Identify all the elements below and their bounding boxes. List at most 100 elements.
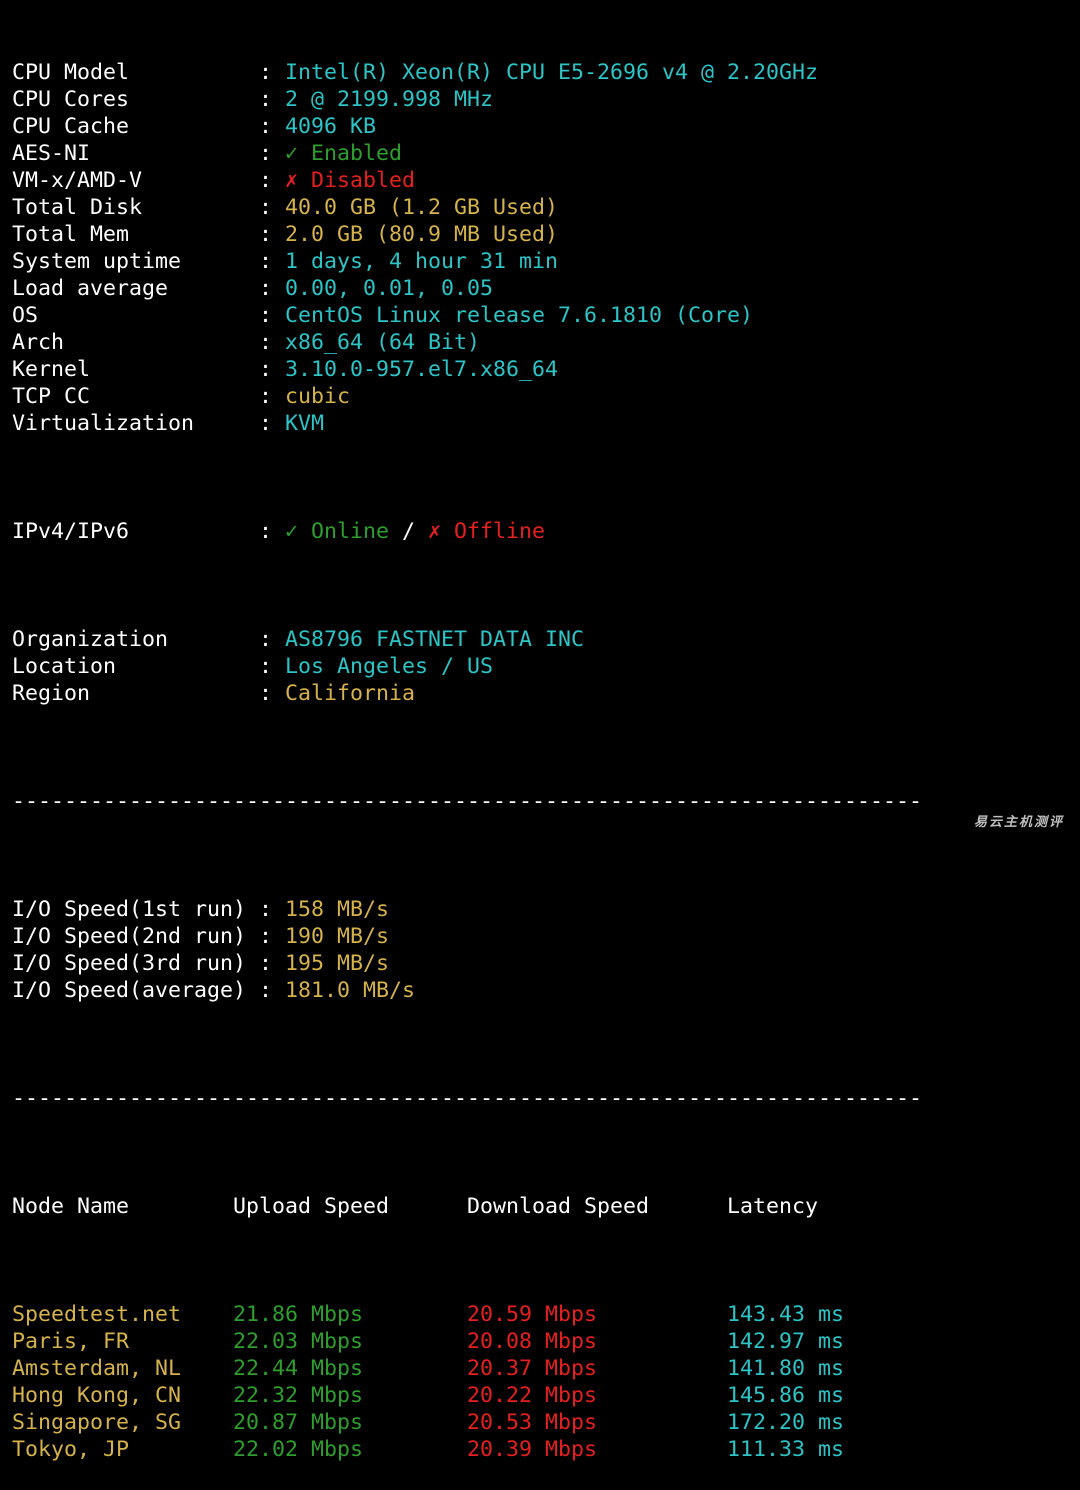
row-separator: : [259, 681, 273, 706]
row-label: I/O Speed(average) [12, 978, 247, 1003]
latency: 142.97 ms [727, 1329, 845, 1354]
node-name: Singapore, SG [12, 1410, 182, 1435]
row-label: CPU Cores [12, 87, 130, 112]
row-label: I/O Speed(2nd run) [12, 924, 247, 949]
row-label: Kernel [12, 357, 91, 382]
header-node-name: Node Name [12, 1194, 130, 1219]
io-speed-row: I/O Speed(2nd run): 190 MB/s [12, 923, 922, 950]
row-label: CPU Model [12, 60, 130, 85]
ipv4-status: ✓ Online [285, 519, 390, 544]
info-row: Total Disk: 40.0 GB (1.2 GB Used) [12, 194, 922, 221]
info-row: AES-NI: ✓ Enabled [12, 140, 922, 167]
latency: 141.80 ms [727, 1356, 845, 1381]
section-divider: ----------------------------------------… [12, 1086, 923, 1111]
io-speed-section: I/O Speed(1st run): 158 MB/s I/O Speed(2n… [12, 896, 922, 1004]
row-separator: : [259, 978, 273, 1003]
row-separator: : [259, 897, 273, 922]
latency: 143.43 ms [727, 1302, 845, 1327]
watermark-text: 易云主机测评 [973, 815, 1064, 830]
row-label: I/O Speed(1st run) [12, 897, 247, 922]
row-separator: : [259, 411, 273, 436]
node-name: Amsterdam, NL [12, 1356, 182, 1381]
row-separator: : [259, 87, 273, 112]
row-separator: : [259, 222, 273, 247]
speedtest-results: Speedtest.net 21.86 Mbps 20.59 Mbps 143.43 … [12, 1301, 922, 1463]
system-info-section: CPU Model: Intel(R) Xeon(R) CPU E5-2696 … [12, 59, 922, 437]
row-label: VM-x/AMD-V [12, 168, 143, 193]
info-row: Total Mem: 2.0 GB (80.9 MB Used) [12, 221, 922, 248]
info-row: Location: Los Angeles / US [12, 653, 922, 680]
row-label: TCP CC [12, 384, 91, 409]
row-value: Intel(R) Xeon(R) CPU E5-2696 v4 @ 2.20GH… [285, 60, 819, 85]
row-value: 2.0 GB (80.9 MB Used) [285, 222, 559, 247]
ipv6-status: ✗ Offline [428, 519, 546, 544]
info-row: TCP CC: cubic [12, 383, 922, 410]
location-info-section: Organization: AS8796 FASTNET DATA INC Loc… [12, 626, 922, 707]
row-separator: : [259, 519, 286, 544]
row-value: 0.00, 0.01, 0.05 [285, 276, 494, 301]
speedtest-row: Speedtest.net 21.86 Mbps 20.59 Mbps 143.43 … [12, 1301, 922, 1328]
info-row: CPU Model: Intel(R) Xeon(R) CPU E5-2696 … [12, 59, 922, 86]
row-value: CentOS Linux release 7.6.1810 (Core) [285, 303, 754, 328]
row-separator: : [259, 924, 273, 949]
row-separator: : [259, 60, 273, 85]
row-separator: : [259, 951, 273, 976]
node-name: Tokyo, JP [12, 1437, 130, 1462]
row-separator: : [259, 384, 273, 409]
row-separator: : [259, 249, 273, 274]
download-speed: 20.53 Mbps [467, 1410, 598, 1435]
row-label: System uptime [12, 249, 182, 274]
upload-speed: 22.03 Mbps [233, 1329, 364, 1354]
info-row: OS: CentOS Linux release 7.6.1810 (Core) [12, 302, 922, 329]
upload-speed: 20.87 Mbps [233, 1410, 364, 1435]
row-value: 2 @ 2199.998 MHz [285, 87, 494, 112]
row-separator: : [259, 141, 273, 166]
latency: 145.86 ms [727, 1383, 845, 1408]
upload-speed: 22.44 Mbps [233, 1356, 364, 1381]
speedtest-header-row: Node Name Upload Speed Download Speed Laten… [12, 1193, 922, 1220]
upload-speed: 22.32 Mbps [233, 1383, 364, 1408]
io-speed-value: 190 MB/s [285, 924, 390, 949]
speedtest-row: Singapore, SG 20.87 Mbps 20.53 Mbps 172.20 … [12, 1409, 922, 1436]
row-value: 1 days, 4 hour 31 min [285, 249, 559, 274]
header-latency: Latency [727, 1194, 819, 1219]
download-speed: 20.59 Mbps [467, 1302, 598, 1327]
row-value: 3.10.0-957.el7.x86_64 [285, 357, 559, 382]
row-value: ✓ Enabled [285, 141, 403, 166]
io-speed-row: I/O Speed(average): 181.0 MB/s [12, 977, 922, 1004]
row-separator: : [259, 627, 273, 652]
info-row: CPU Cache: 4096 KB [12, 113, 922, 140]
row-separator: : [259, 168, 273, 193]
node-name: Speedtest.net [12, 1302, 182, 1327]
row-value: 40.0 GB (1.2 GB Used) [285, 195, 559, 220]
row-label: CPU Cache [12, 114, 130, 139]
row-label: Location [12, 654, 117, 679]
latency: 111.33 ms [727, 1437, 845, 1462]
info-row: Region: California [12, 680, 922, 707]
row-value: ✗ Disabled [285, 168, 416, 193]
info-row: Arch: x86_64 (64 Bit) [12, 329, 922, 356]
row-label: Total Mem [12, 222, 130, 247]
row-label: Virtualization [12, 411, 195, 436]
row-separator: : [259, 114, 273, 139]
network-slash: / [389, 519, 429, 544]
download-speed: 20.22 Mbps [467, 1383, 598, 1408]
row-label: I/O Speed(3rd run) [12, 951, 247, 976]
speedtest-row: Tokyo, JP 22.02 Mbps 20.39 Mbps 111.33 ms [12, 1436, 922, 1463]
row-separator: : [259, 654, 273, 679]
row-label: Arch [12, 330, 65, 355]
header-download-speed: Download Speed [467, 1194, 650, 1219]
header-upload-speed: Upload Speed [233, 1194, 390, 1219]
download-speed: 20.08 Mbps [467, 1329, 598, 1354]
row-value: cubic [285, 384, 351, 409]
upload-speed: 22.02 Mbps [233, 1437, 364, 1462]
upload-speed: 21.86 Mbps [233, 1302, 364, 1327]
section-divider: ----------------------------------------… [12, 789, 923, 814]
node-name: Hong Kong, CN [12, 1383, 182, 1408]
row-separator: : [259, 303, 273, 328]
download-speed: 20.37 Mbps [467, 1356, 598, 1381]
info-row: CPU Cores: 2 @ 2199.998 MHz [12, 86, 922, 113]
row-separator: : [259, 195, 273, 220]
speedtest-row: Hong Kong, CN 22.32 Mbps 20.22 Mbps 145.86 … [12, 1382, 922, 1409]
row-label: IPv4/IPv6 [12, 519, 130, 544]
